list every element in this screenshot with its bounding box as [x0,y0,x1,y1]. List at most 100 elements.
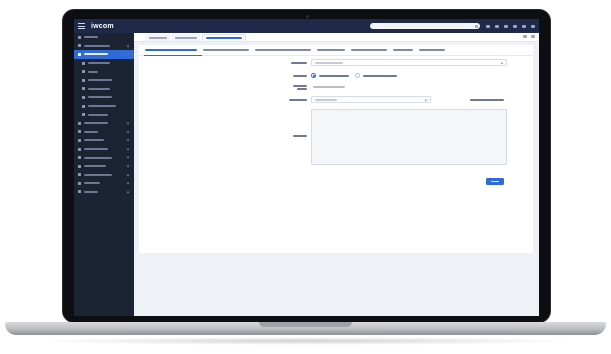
sidebar-item[interactable] [74,136,134,145]
sidebar-item[interactable] [74,76,134,85]
sidebar-item-icon [82,95,85,99]
tab-label [206,37,242,39]
tab[interactable] [172,34,200,41]
sidebar-item[interactable] [74,102,134,111]
tab-menu-icon[interactable] [523,35,527,38]
subtab[interactable] [203,49,249,51]
sidebar-item[interactable] [74,145,134,154]
sidebar-item[interactable] [74,128,134,137]
sidebar-item[interactable] [74,85,134,94]
sidebar-item-label [84,173,112,176]
sidebar-item[interactable] [74,162,134,171]
sidebar-item-icon [82,61,85,65]
radio-option-1[interactable] [311,73,316,78]
tab[interactable] [202,34,246,41]
sidebar-item-icon [82,70,85,74]
sidebar-item[interactable] [74,179,134,188]
field-4-right-label [470,98,504,101]
sidebar-item-label [88,105,116,108]
sidebar-item[interactable] [74,153,134,162]
sidebar-item-label [88,62,110,65]
field-3-value[interactable] [313,86,345,88]
sidebar-item[interactable] [74,67,134,76]
sidebar-item-label [88,96,112,99]
field-3-label-line2 [297,87,307,90]
close-icon[interactable] [531,35,535,38]
user-icon[interactable] [522,24,526,28]
sidebar-item-icon [78,164,81,168]
field-1-select[interactable] [311,59,507,66]
sidebar-item[interactable] [74,42,134,51]
subtab[interactable] [145,49,197,51]
sidebar-item-label [88,79,112,82]
tab[interactable] [146,34,170,41]
field-4-placeholder [315,98,337,101]
sidebar-item-icon [78,130,81,134]
sidebar-item-icon [78,173,81,177]
sidebar-item-icon [78,190,81,194]
logout-icon[interactable] [531,24,535,28]
subtab[interactable] [419,49,445,51]
sidebar-item-icon [78,138,81,142]
sidebar-item-label [84,44,110,47]
sidebar-item-label [84,182,100,185]
sidebar-item[interactable] [74,33,134,42]
sidebar-item-icon [78,156,81,160]
sidebar-item[interactable] [74,119,134,128]
chevron-right-icon [126,130,130,133]
radio-option-2[interactable] [355,73,360,78]
topbar-icons [486,24,535,28]
fullscreen-icon[interactable] [495,24,499,28]
sidebar-item-icon [82,113,85,117]
sidebar-item[interactable] [74,110,134,119]
sidebar-item[interactable] [74,59,134,68]
sidebar-item[interactable] [74,93,134,102]
chevron-right-icon [126,164,130,168]
sidebar-item-label [88,87,110,90]
field-4-select[interactable] [311,96,431,103]
language-icon[interactable] [486,24,490,28]
submit-button-label [491,180,499,183]
menu-icon[interactable] [78,23,85,29]
search-icon[interactable] [475,24,478,28]
chevron-right-icon [126,155,130,159]
search-input[interactable] [370,23,480,29]
submit-button[interactable] [486,178,504,185]
field-5-textarea[interactable] [311,109,507,165]
tab-label [149,36,167,39]
camera-icon [306,15,309,18]
tab-label [175,36,197,39]
field-3-label [293,84,307,87]
sidebar-item-icon [78,52,81,56]
sidebar-item-label [84,148,108,151]
subtab[interactable] [317,49,345,51]
sidebar-item-icon [82,78,85,82]
sidebar-item-label [84,139,104,142]
page-tabs [134,33,539,42]
laptop-notch [259,322,352,327]
laptop-shadow [30,337,581,345]
chevron-right-icon [126,190,130,194]
sidebar-item[interactable] [74,188,134,197]
sidebar-item-label [84,122,108,125]
subtab[interactable] [393,49,413,51]
radio-option-1-label [319,74,349,77]
field-4-label [289,98,307,101]
chevron-right-icon [126,138,130,142]
notification-icon[interactable] [504,24,508,28]
settings-icon[interactable] [513,24,517,28]
chevron-right-icon [126,44,130,48]
sidebar-item[interactable] [74,171,134,180]
subtab[interactable] [255,49,311,51]
laptop-screen: iwcom [74,19,539,316]
field-1-label [291,61,307,64]
sidebar-item-label [84,190,98,193]
field-1-placeholder [315,61,343,64]
laptop-mockup: iwcom [0,0,611,354]
logo: iwcom [91,22,114,30]
subtab[interactable] [351,49,387,51]
sidebar-item[interactable] [74,50,134,59]
chevron-right-icon [126,52,130,56]
sidebar-item-label [88,70,98,73]
chevron-right-icon [126,147,130,151]
